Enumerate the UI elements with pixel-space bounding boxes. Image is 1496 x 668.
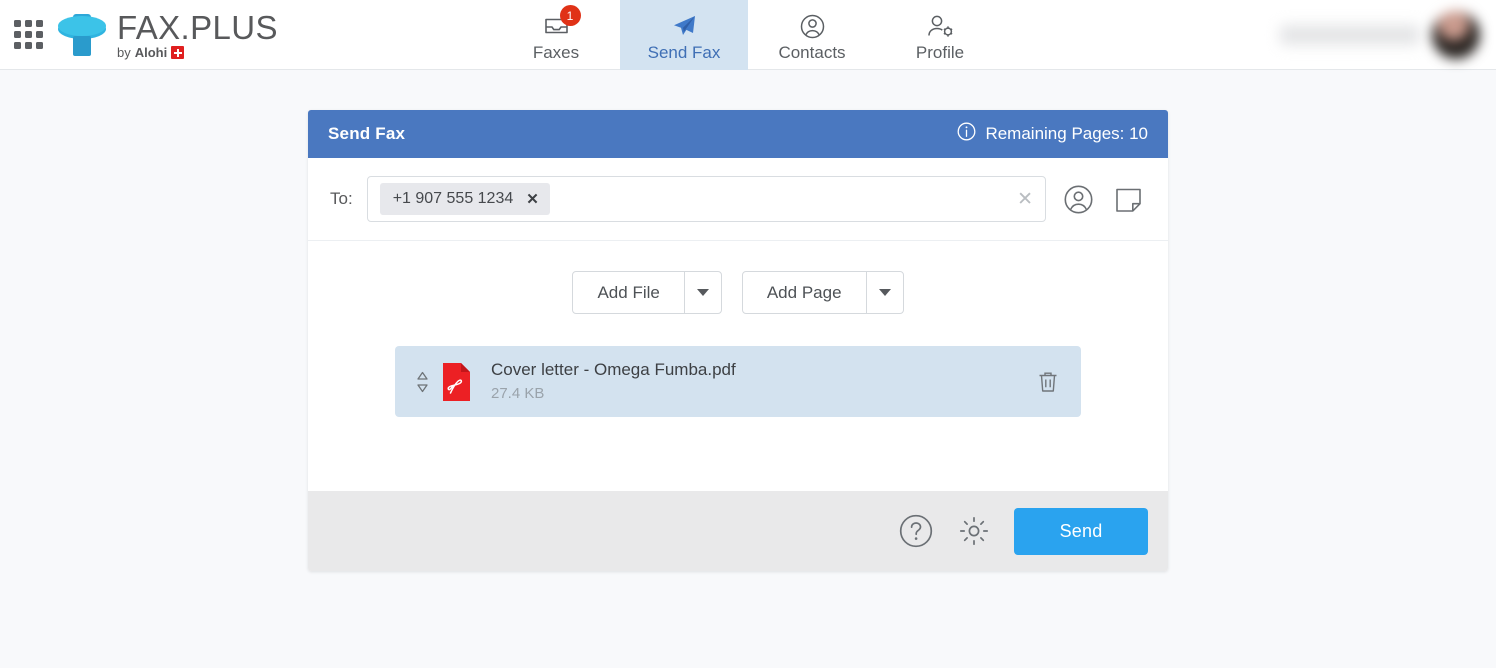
top-navigation-bar: FAX.PLUS by Alohi 1 Faxes Send Fax Conta… <box>0 0 1496 70</box>
recipient-chip[interactable]: +1 907 555 1234 ✕ <box>379 183 550 215</box>
help-circle-icon[interactable] <box>898 513 934 549</box>
avatar[interactable] <box>1432 11 1480 59</box>
page-content: Send Fax Remaining Pages: 10 To: +1 907 … <box>0 70 1496 668</box>
brand-name: FAX.PLUS <box>117 8 278 46</box>
to-label: To: <box>330 189 353 208</box>
drag-reorder-icon[interactable] <box>412 370 432 394</box>
nav-tab-contacts-label: Contacts <box>778 43 846 62</box>
nav-tab-faxes[interactable]: 1 Faxes <box>492 0 620 70</box>
file-name: Cover letter - Omega Fumba.pdf <box>491 359 736 379</box>
chevron-down-icon <box>878 289 891 296</box>
nav-tab-profile[interactable]: Profile <box>876 0 1004 70</box>
add-file-button[interactable]: Add File <box>573 272 683 313</box>
account-name-redacted <box>1280 25 1420 45</box>
attached-files-list: Cover letter - Omega Fumba.pdf 27.4 KB <box>308 346 1168 417</box>
add-page-button[interactable]: Add Page <box>743 272 866 313</box>
recipient-tools <box>1060 181 1146 217</box>
account-menu[interactable] <box>1280 0 1480 70</box>
add-buttons-row: Add File Add Page <box>308 271 1168 314</box>
apps-launcher-button[interactable] <box>0 0 56 69</box>
send-fax-card-header: Send Fax Remaining Pages: 10 <box>308 110 1168 158</box>
card-footer: Send <box>308 491 1168 571</box>
add-page-split-button: Add Page <box>741 271 904 314</box>
clear-input-icon[interactable]: ✕ <box>1017 190 1033 209</box>
nav-tab-profile-label: Profile <box>915 43 965 62</box>
send-fax-card: Send Fax Remaining Pages: 10 To: +1 907 … <box>308 110 1168 571</box>
chevron-down-icon <box>696 289 709 296</box>
nav-tab-contacts[interactable]: Contacts <box>748 0 876 70</box>
remaining-pages-label: Remaining Pages: 10 <box>985 124 1148 143</box>
chip-remove-icon[interactable]: ✕ <box>526 192 539 207</box>
add-page-dropdown-toggle[interactable] <box>865 272 903 313</box>
paper-plane-icon <box>670 11 698 41</box>
person-gear-icon <box>926 11 955 41</box>
nav-tab-send-fax-label: Send Fax <box>647 43 721 62</box>
inbox-tray-icon: 1 <box>543 5 581 41</box>
add-file-dropdown-toggle[interactable] <box>683 272 721 313</box>
brand-by-prefix: by <box>117 44 131 60</box>
brand-logo-link[interactable]: FAX.PLUS by Alohi <box>56 0 278 69</box>
pdf-file-icon <box>441 362 472 402</box>
attachments-area: Add File Add Page Cover letter - Omega F… <box>308 241 1168 491</box>
gear-icon[interactable] <box>956 513 992 549</box>
nav-tab-send-fax[interactable]: Send Fax <box>620 0 748 70</box>
swiss-flag-icon <box>171 46 185 59</box>
file-size: 27.4 KB <box>491 384 545 402</box>
faxplus-logo-icon <box>56 12 108 58</box>
person-circle-icon <box>799 11 826 41</box>
brand-tagline: by Alohi <box>117 45 278 61</box>
brand-company: Alohi <box>134 44 168 60</box>
recipient-chip-value: +1 907 555 1234 <box>392 190 514 207</box>
file-info: Cover letter - Omega Fumba.pdf 27.4 KB <box>491 359 1033 405</box>
add-file-split-button: Add File <box>572 271 722 314</box>
remaining-pages-status: Remaining Pages: 10 <box>957 122 1148 146</box>
send-button[interactable]: Send <box>1014 507 1148 555</box>
recipients-input-field[interactable]: +1 907 555 1234 ✕ ✕ <box>366 176 1046 222</box>
note-page-icon[interactable] <box>1110 181 1146 217</box>
table-row[interactable]: Cover letter - Omega Fumba.pdf 27.4 KB <box>395 346 1081 417</box>
contacts-person-icon[interactable] <box>1060 181 1096 217</box>
info-circle-icon[interactable] <box>957 122 976 146</box>
nav-tab-faxes-label: Faxes <box>532 43 580 62</box>
page-title: Send Fax <box>328 124 406 143</box>
faxes-unread-badge: 1 <box>559 5 581 26</box>
trash-icon[interactable] <box>1033 370 1063 394</box>
recipients-row: To: +1 907 555 1234 ✕ ✕ <box>308 158 1168 241</box>
apps-grid-icon <box>13 20 43 49</box>
